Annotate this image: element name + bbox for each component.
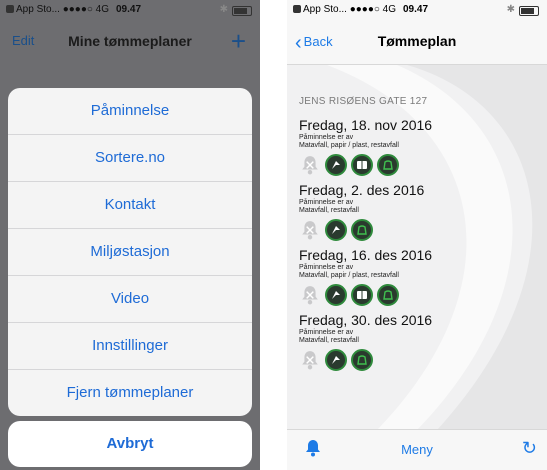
paper-bin-icon	[351, 154, 373, 176]
entry-date: Fredag, 16. des 2016	[299, 247, 433, 263]
entry-reminder: Påminnelse er av	[299, 199, 354, 206]
page-title: Mine tømmeplaner	[68, 33, 192, 49]
entry-reminder: Påminnelse er av	[299, 264, 354, 271]
action-item-video[interactable]: Video	[8, 276, 252, 323]
plastic-bin-icon	[325, 154, 347, 176]
bell-off-icon	[299, 219, 321, 241]
battery-icon	[232, 6, 252, 16]
action-item-miljostasjon[interactable]: Miljøstasjon	[8, 229, 252, 276]
schedule-entry[interactable]: Fredag, 18. nov 2016 Påminnelse er av Mata…	[299, 117, 539, 176]
app-store-icon	[293, 5, 301, 13]
paper-bin-icon	[351, 284, 373, 306]
plastic-bin-icon	[325, 284, 347, 306]
schedule-entry[interactable]: Fredag, 2. des 2016 Påminnelse er av Matav…	[299, 182, 539, 241]
battery-icon	[519, 6, 539, 16]
action-item-contact[interactable]: Kontakt	[8, 182, 252, 229]
cancel-button[interactable]: Avbryt	[8, 421, 252, 467]
carrier-label: App Sto... ●●●●○ 4G	[16, 4, 110, 15]
address-heading: JENS RISØENS GATE 127	[299, 96, 428, 107]
app-store-icon	[6, 5, 14, 13]
bell-off-icon	[299, 349, 321, 371]
bluetooth-icon: ✱	[506, 4, 515, 15]
action-item-remove-plans[interactable]: Fjern tømmeplaner	[8, 370, 252, 416]
action-item-reminder[interactable]: Påminnelse	[8, 88, 252, 135]
waste-icons	[299, 349, 539, 371]
entry-waste-types: Matavfall, papir / plast, restavfall	[299, 272, 399, 279]
bell-off-icon	[299, 284, 321, 306]
bluetooth-icon: ✱	[219, 4, 228, 15]
nav-bar: Edit Mine tømmeplaner +	[0, 20, 260, 64]
add-button[interactable]: +	[231, 26, 246, 57]
rest-bin-icon	[351, 219, 373, 241]
schedule-entry[interactable]: Fredag, 30. des 2016 Påminnelse er av Mata…	[299, 312, 539, 371]
rest-bin-icon	[377, 284, 399, 306]
entry-date: Fredag, 30. des 2016	[299, 312, 433, 328]
waste-icons	[299, 219, 539, 241]
menu-button[interactable]: Meny	[287, 442, 547, 457]
nav-bar: ‹ Back Tømmeplan	[287, 20, 547, 65]
rest-bin-icon	[351, 349, 373, 371]
status-bar: App Sto... ●●●●○ 4G 09.47 ✱	[0, 0, 260, 20]
tab-bar: Meny ↻	[287, 429, 547, 470]
schedule-list: JENS RISØENS GATE 127 Fredag, 18. nov 20…	[299, 96, 539, 377]
entry-date: Fredag, 2. des 2016	[299, 182, 425, 198]
entries-container: Fredag, 18. nov 2016 Påminnelse er av Mata…	[299, 117, 539, 371]
carrier-label: App Sto... ●●●●○ 4G	[303, 4, 397, 15]
bell-off-icon	[299, 154, 321, 176]
status-time: 09.47	[116, 4, 142, 15]
status-bar: App Sto... ●●●●○ 4G 09.47 ✱	[287, 0, 547, 20]
waste-icons	[299, 284, 539, 306]
plastic-bin-icon	[325, 349, 347, 371]
plastic-bin-icon	[325, 219, 347, 241]
left-screen: App Sto... ●●●●○ 4G 09.47 ✱ Edit Mine tø…	[0, 0, 260, 470]
page-title: Tømmeplan	[377, 33, 457, 49]
action-item-sortere[interactable]: Sortere.no	[8, 135, 252, 182]
entry-reminder: Påminnelse er av	[299, 329, 354, 336]
entry-reminder: Påminnelse er av	[299, 134, 354, 141]
schedule-entry[interactable]: Fredag, 16. des 2016 Påminnelse er av Mata…	[299, 247, 539, 306]
rest-bin-icon	[377, 154, 399, 176]
waste-icons	[299, 154, 539, 176]
refresh-icon[interactable]: ↻	[522, 438, 537, 459]
entry-waste-types: Matavfall, restavfall	[299, 207, 359, 214]
status-time: 09.47	[403, 4, 429, 15]
entry-date: Fredag, 18. nov 2016	[299, 117, 433, 133]
action-item-settings[interactable]: Innstillinger	[8, 323, 252, 370]
entry-waste-types: Matavfall, restavfall	[299, 337, 359, 344]
entry-waste-types: Matavfall, papir / plast, restavfall	[299, 142, 399, 149]
action-sheet: Påminnelse Sortere.no Kontakt Miljøstasj…	[8, 88, 252, 416]
right-screen: App Sto... ●●●●○ 4G 09.47 ✱ ‹ Back Tømmep…	[287, 0, 547, 470]
